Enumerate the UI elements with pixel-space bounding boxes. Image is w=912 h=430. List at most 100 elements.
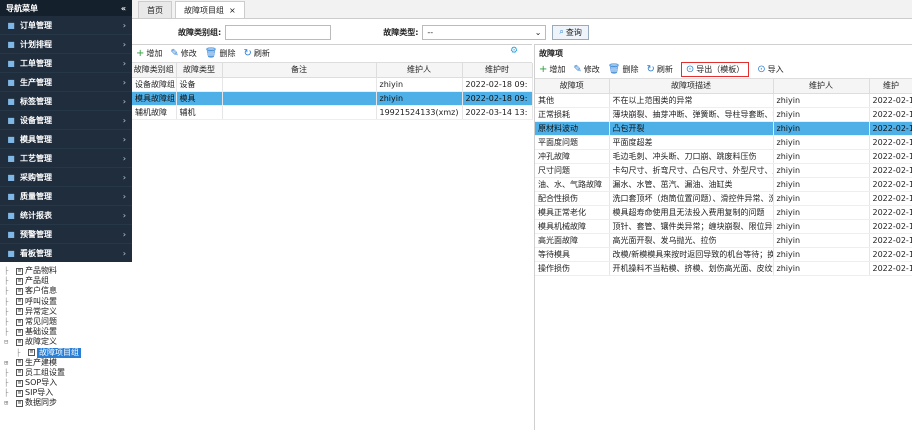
table-row[interactable]: 操作损伤开机操料不当粘模、挤模、划伤高光面、皮纹面zhiyin2022-02-1… <box>535 261 912 276</box>
column-header[interactable]: 故障项描述 <box>609 79 774 94</box>
tree-item[interactable]: ├ ≡ 客户信息 <box>4 286 132 296</box>
sidebar-item-9[interactable]: ■ 质量管理 › <box>0 187 132 206</box>
sidebar-item-label: 工艺管理 <box>20 153 52 163</box>
sidebar-tree: ├ ≡ 产品物料 ├ ≡ 产品组 ├ ≡ 客户信息 ├ ≡ 呼叫设置 ├ ≡ 异常定义 ├ ≡ 常见问题 ├ ≡ 基础设… <box>0 262 132 430</box>
tree-connector[interactable]: ⊞ <box>4 398 16 408</box>
sidebar-item-3[interactable]: ■ 生产管理 › <box>0 73 132 92</box>
column-header[interactable]: 故障项 <box>535 79 610 94</box>
table-row[interactable]: 平面度问题平面度超差zhiyin2022-02-18 <box>535 135 912 150</box>
table-cell: 改模/新模模具来按时返回导致的机台等待；换件 <box>609 247 774 262</box>
search-button-label: 查询 <box>565 27 582 37</box>
sidebar-item-10[interactable]: ■ 统计报表 › <box>0 206 132 225</box>
type-filter-label: 故障类型: <box>383 27 419 37</box>
edit-button[interactable]: ✎ 修改 <box>170 48 196 59</box>
group-filter-input[interactable] <box>225 24 332 40</box>
tree-item[interactable]: ├ ≡ 故障项目组 <box>4 347 132 358</box>
settings-icon[interactable]: ⚙ <box>510 46 518 56</box>
sidebar-item-1[interactable]: ■ 计划排程 › <box>0 35 132 54</box>
table-cell: 配合性损伤 <box>535 191 610 206</box>
tab-home[interactable]: 首页 <box>138 1 172 18</box>
column-header[interactable]: 维护人 <box>773 79 870 94</box>
table-row[interactable]: 辅机故障 辅机 19921524133(xmz) 2022-03-14 13: <box>132 105 533 120</box>
tree-item[interactable]: ├ ≡ SIP导入 <box>4 388 132 398</box>
table-row[interactable]: 正常损耗薄块崩裂、抽芽冲断、弹簧断、导柱导套断、打zhiyin2022-02-1… <box>535 107 912 122</box>
page-icon: ≡ <box>16 287 23 295</box>
item-add-button[interactable]: + 增加 <box>539 64 565 75</box>
tree-item[interactable]: ⊞ ≡ 生产建模 <box>4 358 132 368</box>
column-header[interactable]: 维护 <box>869 79 912 94</box>
table-row[interactable]: 设备故障组 设备 zhiyin 2022-02-18 09: <box>132 77 533 92</box>
page-icon: ≡ <box>16 359 23 367</box>
tree-connector[interactable]: ⊟ <box>4 337 16 347</box>
sidebar-item-8[interactable]: ■ 采购管理 › <box>0 168 132 187</box>
table-row[interactable]: 其他不在以上范围类的异常zhiyin2022-02-18 <box>535 93 912 108</box>
refresh-button[interactable]: ↻ 刷新 <box>243 48 269 59</box>
page-icon: ≡ <box>16 338 23 346</box>
tree-connector: ├ <box>16 348 21 357</box>
table-cell: 辅机故障 <box>132 105 177 120</box>
tree-item[interactable]: ⊟ ≡ 故障定义 <box>4 337 132 347</box>
column-header[interactable]: 维护时 <box>462 63 533 78</box>
tree-item[interactable]: ├ ≡ 呼叫设置 <box>4 297 132 307</box>
tree-item[interactable]: ├ ≡ 产品物料 <box>4 266 132 276</box>
sidebar-item-12[interactable]: ■ 看板管理 › <box>0 244 132 263</box>
filter-bar: 故障类别组: 故障类型: -- ⌄ ⌕ 查询 <box>132 22 912 42</box>
tree-item[interactable]: ⊞ ≡ 数据同步 <box>4 398 132 408</box>
equipment-icon: ■ <box>7 115 15 125</box>
table-cell: 2022-02-18 <box>869 205 912 220</box>
delete-button[interactable]: 🗑 删除 <box>205 48 236 59</box>
type-filter-select[interactable]: -- ⌄ <box>422 24 547 40</box>
tree-connector: ├ <box>4 389 9 398</box>
page-icon: ≡ <box>16 308 23 316</box>
column-header[interactable]: 故障类别组 <box>132 63 177 78</box>
item-refresh-button[interactable]: ↻ 刷新 <box>646 64 672 75</box>
collapse-icon[interactable]: « <box>121 4 126 13</box>
tree-item[interactable]: ├ ≡ 产品组 <box>4 276 132 286</box>
item-delete-button[interactable]: 🗑 删除 <box>608 64 639 75</box>
sidebar-item-0[interactable]: ■ 订单管理 › <box>0 16 132 35</box>
column-header[interactable]: 备注 <box>222 63 377 78</box>
table-cell: 2022-02-18 <box>869 121 912 136</box>
sidebar-item-11[interactable]: ■ 预警管理 › <box>0 225 132 244</box>
board-icon: ■ <box>7 248 15 258</box>
tree-connector[interactable]: ⊞ <box>4 358 16 368</box>
sidebar-item-6[interactable]: ■ 模具管理 › <box>0 130 132 149</box>
table-row[interactable]: 模具正常老化模具超寿命使用且无法投入费用复制的问题zhiyin2022-02-1… <box>535 205 912 220</box>
search-button[interactable]: ⌕ 查询 <box>552 24 589 40</box>
export-template-button[interactable]: ⊙ 导出（模板） <box>680 62 750 77</box>
tree-item[interactable]: ├ ≡ 异常定义 <box>4 307 132 317</box>
column-header[interactable]: 故障类型 <box>176 63 223 78</box>
table-cell: zhiyin <box>376 77 463 92</box>
table-row[interactable]: 高光面故障高光面开裂、发乌抛光、拉伤zhiyin2022-02-18 <box>535 233 912 248</box>
column-header[interactable]: 维护人 <box>376 63 463 78</box>
tree-item[interactable]: ├ ≡ 员工组设置 <box>4 368 132 378</box>
tree-item-label: 呼叫设置 <box>25 296 57 306</box>
table-cell: 2022-02-18 <box>869 191 912 206</box>
sidebar-item-2[interactable]: ■ 工单管理 › <box>0 54 132 73</box>
cart-icon: ■ <box>7 172 15 182</box>
table-row[interactable]: 等待模具 改模/新模模具来按时返回导致的机台等待；换件 zhiyin 2022-02-… <box>535 247 912 262</box>
table-row[interactable]: 油、水、气路故障漏水、水管、茁汽、漏油、油缸类zhiyin2022-02-18 <box>535 177 912 192</box>
tree-item[interactable]: ├ ≡ SOP导入 <box>4 378 132 388</box>
app-window: 导航菜单 « ■ 订单管理 › ■ 计划排程 › ■ 工单管理 › ■ 生产管理 › ■ 标签管理 › ■ 设备… <box>0 0 912 430</box>
close-icon[interactable]: × <box>229 6 236 15</box>
tree-item-label: 常见问题 <box>25 316 57 326</box>
tab-fault-item-group[interactable]: 故障项目组 × <box>175 1 245 18</box>
table-cell: 等待模具 <box>535 247 610 262</box>
table-row[interactable]: 模具故障组 模具 zhiyin 2022-02-18 09: <box>132 91 533 106</box>
table-cell: zhiyin <box>773 219 870 234</box>
import-button[interactable]: ⊙ 导入 <box>757 64 783 75</box>
table-row[interactable]: 原材料波动凸包开裂zhiyin2022-02-18 <box>535 121 912 136</box>
sidebar-item-4[interactable]: ■ 标签管理 › <box>0 92 132 111</box>
tree-item[interactable]: ├ ≡ 常见问题 <box>4 317 132 327</box>
tree-item[interactable]: ├ ≡ 基础设置 <box>4 327 132 337</box>
sidebar-item-7[interactable]: ■ 工艺管理 › <box>0 149 132 168</box>
table-row[interactable]: 冲孔故障毛边毛刺、冲头断、刀口崩、跳废料压伤zhiyin2022-02-18 <box>535 149 912 164</box>
add-button[interactable]: + 增加 <box>136 48 162 59</box>
item-edit-button[interactable]: ✎ 修改 <box>573 64 599 75</box>
table-row[interactable]: 模具机械故障 顶针、套管、镶件类异常；缠块崩裂、限位异常 zhiyin 2022-02… <box>535 219 912 234</box>
table-cell: 凸包开裂 <box>609 121 774 136</box>
sidebar-item-5[interactable]: ■ 设备管理 › <box>0 111 132 130</box>
table-row[interactable]: 尺寸问题卡勾尺寸、折弯尺寸、凸包尺寸、外型尺寸、膜zhiyin2022-02-1… <box>535 163 912 178</box>
table-row[interactable]: 配合性损伤 洗口套顶坏（炮筒位置问题）、滑控件异常、洗 zhiyin 2022-02-… <box>535 191 912 206</box>
